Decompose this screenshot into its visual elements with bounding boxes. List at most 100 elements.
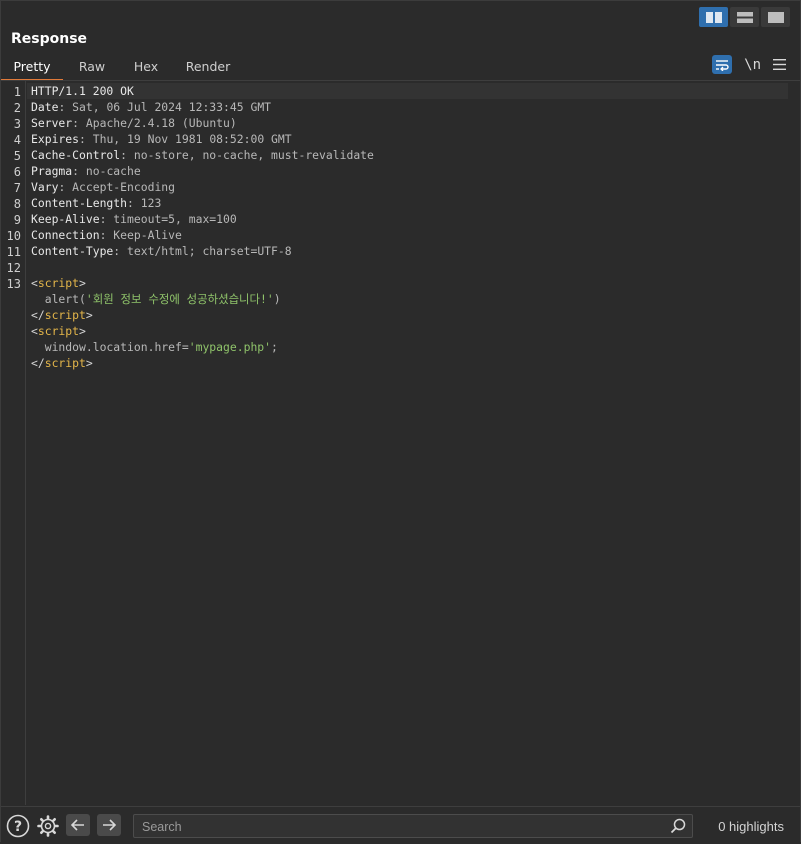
header-key: Cache-Control [31, 148, 121, 162]
bottom-bar: ? 0 highlight [1, 806, 800, 844]
arrow-right-icon [103, 819, 117, 831]
split-vertical-icon [705, 11, 722, 23]
tag-name: script [44, 356, 86, 370]
tab-hex[interactable]: Hex [121, 57, 171, 79]
split-horizontal-button[interactable] [730, 7, 759, 27]
header-value: no-cache [85, 164, 141, 178]
line-number: 4 [13, 133, 21, 147]
header-separator: : [120, 148, 134, 162]
tag-bracket: > [85, 356, 93, 370]
line-number-gutter: 1 2 3 4 5 6 7 8 9 10 11 12 13 [1, 81, 26, 805]
code-text: ; [271, 340, 278, 354]
header-key: Content-Length [31, 196, 128, 210]
view-tabs: Pretty Raw Hex Render [1, 57, 245, 81]
back-button[interactable] [66, 814, 90, 836]
header-value: no-store, no-cache, must-revalidate [133, 148, 374, 162]
header-line: Content-Type: text/html; charset=UTF-8 [31, 243, 292, 259]
search-input[interactable] [140, 817, 664, 837]
tag-name: script [37, 324, 80, 338]
editor-tools: \n [712, 55, 786, 74]
line-number: 7 [13, 181, 21, 195]
header-key: Keep-Alive [31, 212, 100, 226]
line-number: 8 [13, 197, 21, 211]
tab-raw[interactable]: Raw [63, 57, 121, 79]
wrap-lines-button[interactable] [712, 55, 733, 74]
header-separator: : [58, 180, 73, 194]
header-separator: : [72, 116, 86, 130]
header-separator: : [99, 212, 114, 226]
string-literal: '회원 정보 수정에 성공하셨습니다!' [85, 292, 274, 306]
header-value: text/html; charset=UTF-8 [127, 244, 292, 258]
wrap-lines-icon [716, 59, 729, 71]
gear-icon[interactable] [36, 814, 60, 838]
search-box [133, 814, 693, 838]
line-number: 3 [13, 117, 21, 131]
tag-bracket: </ [31, 356, 45, 370]
help-icon[interactable]: ? [6, 814, 30, 838]
highlights-count: 0 highlights [718, 819, 784, 834]
body-line: </script> [31, 355, 93, 371]
header-line: Date: Sat, 06 Jul 2024 12:33:45 GMT [31, 99, 271, 115]
tag-name: script [37, 276, 80, 290]
line-number: 5 [13, 149, 21, 163]
line-number: 6 [13, 165, 21, 179]
split-vertical-button[interactable] [699, 7, 728, 27]
header-line: Keep-Alive: timeout=5, max=100 [31, 211, 237, 227]
search-icon[interactable] [670, 818, 686, 838]
header-key: Pragma [31, 164, 73, 178]
header-value: Accept-Encoding [72, 180, 176, 194]
header-line: Expires: Thu, 19 Nov 1981 08:52:00 GMT [31, 131, 292, 147]
header-value: Thu, 19 Nov 1981 08:52:00 GMT [92, 132, 292, 146]
tag-bracket: < [31, 276, 38, 290]
header-value: Keep-Alive [113, 228, 182, 242]
header-separator: : [127, 196, 141, 210]
header-key: Vary [31, 180, 59, 194]
arrow-left-icon [70, 819, 84, 831]
header-key: Server [31, 116, 73, 130]
tag-bracket: > [85, 308, 93, 322]
show-newlines-button[interactable]: \n [744, 57, 761, 73]
hamburger-menu-icon[interactable] [773, 56, 786, 74]
header-value: Apache/2.4.18 (Ubuntu) [85, 116, 237, 130]
line-number: 11 [6, 245, 21, 259]
layout-toggle [699, 7, 790, 27]
header-separator: : [58, 100, 73, 114]
header-line: Pragma: no-cache [31, 163, 141, 179]
code-text: ) [273, 292, 281, 306]
line-number: 1 [13, 85, 21, 99]
header-separator: : [72, 164, 86, 178]
header-line: Server: Apache/2.4.18 (Ubuntu) [31, 115, 237, 131]
header-value: 123 [140, 196, 162, 210]
line-number: 2 [13, 101, 21, 115]
header-separator: : [79, 132, 93, 146]
svg-text:?: ? [14, 819, 22, 835]
header-value: timeout=5, max=100 [113, 212, 237, 226]
line-number: 9 [13, 213, 21, 227]
string-literal: 'mypage.php' [188, 340, 272, 354]
tag-bracket: > [79, 276, 86, 290]
tag-bracket: < [31, 324, 38, 338]
split-horizontal-icon [736, 11, 753, 23]
header-line: Content-Length: 123 [31, 195, 161, 211]
tab-pretty[interactable]: Pretty [1, 57, 63, 81]
header-line: Connection: Keep-Alive [31, 227, 182, 243]
body-line: window.location.href='mypage.php'; [31, 339, 278, 355]
line-number: 12 [6, 261, 21, 275]
body-line: </script> [31, 307, 93, 323]
single-pane-icon [767, 11, 784, 23]
status-text: HTTP/1.1 200 OK [31, 84, 134, 98]
header-separator: : [99, 228, 114, 242]
code-text: alert( [31, 292, 86, 306]
forward-button[interactable] [97, 814, 121, 836]
single-pane-button[interactable] [761, 7, 790, 27]
response-panel: Response Pretty Raw Hex Render \n 1 2 3 … [0, 0, 801, 844]
panel-title: Response [11, 31, 88, 47]
tab-render[interactable]: Render [171, 57, 245, 79]
line-number: 10 [6, 229, 21, 243]
tag-bracket: </ [31, 308, 45, 322]
response-editor[interactable]: 1 2 3 4 5 6 7 8 9 10 11 12 13 HTTP/1.1 2… [1, 81, 800, 805]
code-text: window.location.href= [31, 340, 189, 354]
body-line: <script> [31, 275, 86, 291]
tag-name: script [44, 308, 86, 322]
header-key: Date [31, 100, 59, 114]
